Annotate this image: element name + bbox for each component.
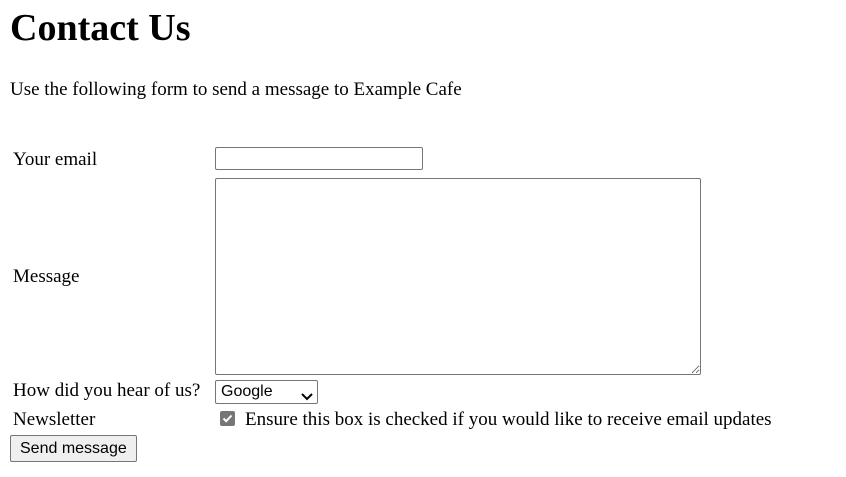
referral-select-value: Google [221, 383, 273, 400]
referral-select[interactable]: Google [215, 380, 318, 404]
checkmark-icon [222, 414, 233, 423]
newsletter-checkbox[interactable] [220, 411, 235, 426]
email-label: Your email [13, 149, 98, 170]
newsletter-label: Newsletter [13, 409, 96, 430]
message-label: Message [13, 266, 80, 287]
chevron-down-icon [301, 387, 313, 401]
send-message-button[interactable]: Send message [10, 435, 137, 462]
page-title: Contact Us [10, 7, 191, 49]
email-field[interactable] [215, 147, 423, 170]
intro-text: Use the following form to send a message… [10, 79, 462, 100]
referral-label: How did you hear of us? [13, 380, 201, 401]
newsletter-description: Ensure this box is checked if you would … [245, 409, 772, 430]
message-textarea[interactable] [215, 178, 701, 375]
